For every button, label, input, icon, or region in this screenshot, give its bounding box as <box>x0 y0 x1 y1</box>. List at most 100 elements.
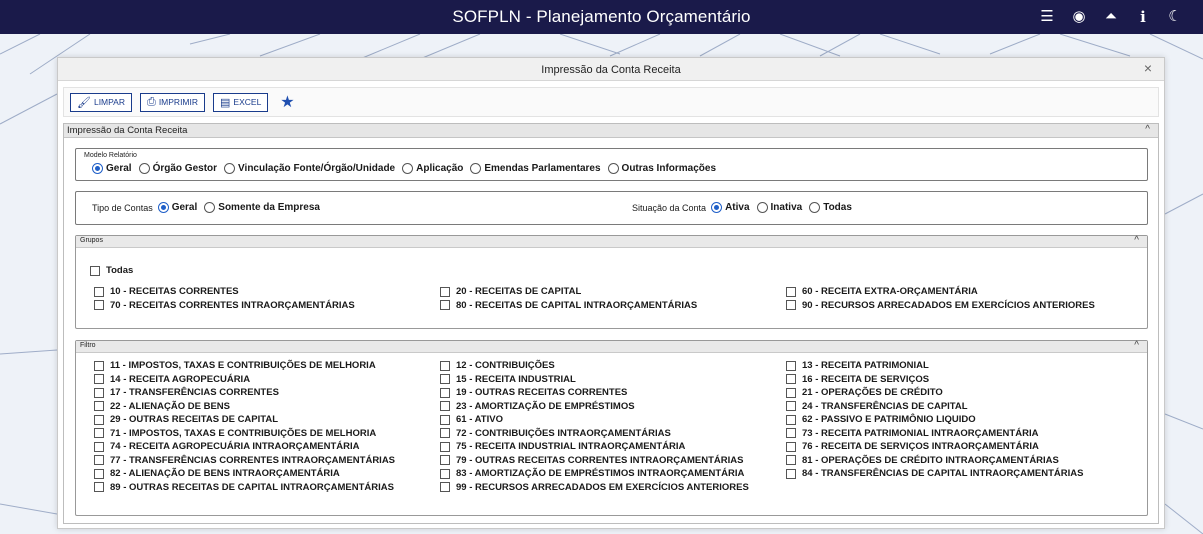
checkbox[interactable] <box>94 387 104 398</box>
filtro-header[interactable]: Filtro ^ <box>76 340 1147 353</box>
list-item[interactable]: 22 - ALIENAÇÃO DE BENS <box>94 400 395 414</box>
radio-selected[interactable] <box>92 163 103 174</box>
list-item[interactable]: 14 - RECEITA AGROPECUÁRIA <box>94 373 395 387</box>
modelo-option-outras[interactable]: Outras Informações <box>607 163 716 174</box>
checkbox[interactable] <box>786 414 796 425</box>
checkbox[interactable] <box>786 286 796 297</box>
list-item[interactable]: 90 - RECURSOS ARRECADADOS EM EXERCÍCIOS … <box>786 299 1095 313</box>
radio[interactable] <box>138 163 150 174</box>
star-icon[interactable]: ★ <box>280 92 294 112</box>
grupos-header[interactable]: Grupos ^ <box>76 235 1147 248</box>
list-item[interactable]: 62 - PASSIVO E PATRIMÔNIO LIQUIDO <box>786 413 1084 427</box>
checkbox[interactable] <box>440 441 450 452</box>
checkbox[interactable] <box>786 468 796 479</box>
radio[interactable] <box>224 163 236 174</box>
checkbox[interactable] <box>786 401 796 412</box>
checkbox[interactable] <box>786 455 796 466</box>
radio[interactable] <box>470 163 482 174</box>
list-item[interactable]: 79 - OUTRAS RECEITAS CORRENTES INTRAORÇA… <box>440 454 749 468</box>
modelo-option-emendas[interactable]: Emendas Parlamentares <box>470 163 601 174</box>
list-item[interactable]: 21 - OPERAÇÕES DE CRÉDITO <box>786 386 1084 400</box>
list-icon[interactable]: ☰ <box>1039 8 1055 26</box>
list-item[interactable]: 60 - RECEITA EXTRA-ORÇAMENTÁRIA <box>786 285 1095 299</box>
list-item[interactable]: 17 - TRANSFERÊNCIAS CORRENTES <box>94 386 395 400</box>
list-item[interactable]: 81 - OPERAÇÕES DE CRÉDITO INTRAORÇAMENTÁ… <box>786 454 1084 468</box>
checkbox[interactable] <box>440 401 450 412</box>
radio[interactable] <box>756 202 768 213</box>
tipo-option-empresa[interactable]: Somente da Empresa <box>204 202 320 213</box>
user-icon[interactable]: ⏶ <box>1103 8 1119 26</box>
checkbox[interactable] <box>440 428 450 439</box>
list-item[interactable]: 70 - RECEITAS CORRENTES INTRAORÇAMENTÁRI… <box>94 299 355 313</box>
checkbox[interactable] <box>94 428 104 439</box>
list-item[interactable]: 11 - IMPOSTOS, TAXAS E CONTRIBUIÇÕES DE … <box>94 359 395 373</box>
list-item[interactable]: 61 - ATIVO <box>440 413 749 427</box>
checkbox[interactable] <box>440 414 450 425</box>
checkbox[interactable] <box>94 286 104 297</box>
list-item[interactable]: 24 - TRANSFERÊNCIAS DE CAPITAL <box>786 400 1084 414</box>
list-item[interactable]: 99 - RECURSOS ARRECADADOS EM EXERCÍCIOS … <box>440 481 749 495</box>
checkbox[interactable] <box>440 468 450 479</box>
list-item[interactable]: 12 - CONTRIBUIÇÕES <box>440 359 749 373</box>
radio[interactable] <box>204 202 216 213</box>
list-item[interactable]: 19 - OUTRAS RECEITAS CORRENTES <box>440 386 749 400</box>
radio-selected[interactable] <box>711 202 723 213</box>
close-icon[interactable]: × <box>1144 60 1152 76</box>
limpar-button[interactable]: 🖌 LIMPAR <box>70 92 132 112</box>
checkbox[interactable] <box>94 374 104 385</box>
checkbox[interactable] <box>440 387 450 398</box>
modelo-option-vinculacao[interactable]: Vinculação Fonte/Órgão/Unidade <box>224 163 395 174</box>
list-item[interactable]: 15 - RECEITA INDUSTRIAL <box>440 373 749 387</box>
checkbox[interactable] <box>786 387 796 398</box>
checkbox[interactable] <box>94 455 104 466</box>
modelo-option-orgao-gestor[interactable]: Órgão Gestor <box>138 163 217 174</box>
grupos-todas-checkbox[interactable]: Todas <box>90 264 133 278</box>
chevron-up-icon[interactable]: ^ <box>1134 340 1139 351</box>
list-item[interactable]: 84 - TRANSFERÊNCIAS DE CAPITAL INTRAORÇA… <box>786 467 1084 481</box>
checkbox[interactable] <box>94 414 104 425</box>
checkbox[interactable] <box>94 482 104 493</box>
list-item[interactable]: 74 - RECEITA AGROPECUÁRIA INTRAORÇAMENTÁ… <box>94 440 395 454</box>
list-item[interactable]: 73 - RECEITA PATRIMONIAL INTRAORÇAMENTÁR… <box>786 427 1084 441</box>
radio[interactable] <box>607 163 619 174</box>
checkbox[interactable] <box>94 401 104 412</box>
situacao-option-inativa[interactable]: Inativa <box>756 202 802 213</box>
modelo-option-geral[interactable]: Geral <box>92 163 132 174</box>
eye-icon[interactable]: ◉ <box>1071 8 1087 26</box>
checkbox[interactable] <box>786 428 796 439</box>
checkbox[interactable] <box>440 482 450 493</box>
checkbox[interactable] <box>786 360 796 371</box>
checkbox[interactable] <box>94 441 104 452</box>
list-item[interactable]: 16 - RECEITA DE SERVIÇOS <box>786 373 1084 387</box>
main-panel-header[interactable]: Impressão da Conta Receita ^ <box>64 124 1158 138</box>
checkbox[interactable] <box>440 300 450 311</box>
checkbox[interactable] <box>94 360 104 371</box>
list-item[interactable]: 89 - OUTRAS RECEITAS DE CAPITAL INTRAORÇ… <box>94 481 395 495</box>
checkbox[interactable] <box>440 455 450 466</box>
list-item[interactable]: 10 - RECEITAS CORRENTES <box>94 285 355 299</box>
list-item[interactable]: 71 - IMPOSTOS, TAXAS E CONTRIBUIÇÕES DE … <box>94 427 395 441</box>
moon-icon[interactable]: ☾ <box>1167 8 1183 26</box>
list-item[interactable]: 29 - OUTRAS RECEITAS DE CAPITAL <box>94 413 395 427</box>
situacao-option-ativa[interactable]: Ativa <box>711 202 750 213</box>
list-item[interactable]: 83 - AMORTIZAÇÃO DE EMPRÉSTIMOS INTRAORÇ… <box>440 467 749 481</box>
list-item[interactable]: 80 - RECEITAS DE CAPITAL INTRAORÇAMENTÁR… <box>440 299 697 313</box>
list-item[interactable]: 13 - RECEITA PATRIMONIAL <box>786 359 1084 373</box>
chevron-up-icon[interactable]: ^ <box>1134 235 1139 246</box>
list-item[interactable]: 82 - ALIENAÇÃO DE BENS INTRAORÇAMENTÁRIA <box>94 467 395 481</box>
checkbox[interactable] <box>440 374 450 385</box>
checkbox[interactable] <box>786 441 796 452</box>
checkbox[interactable] <box>440 286 450 297</box>
info-icon[interactable]: i <box>1135 8 1151 26</box>
checkbox[interactable] <box>90 265 100 276</box>
list-item[interactable]: 23 - AMORTIZAÇÃO DE EMPRÉSTIMOS <box>440 400 749 414</box>
radio[interactable] <box>809 202 821 213</box>
checkbox[interactable] <box>786 300 796 311</box>
checkbox[interactable] <box>94 468 104 479</box>
list-item[interactable]: 77 - TRANSFERÊNCIAS CORRENTES INTRAORÇAM… <box>94 454 395 468</box>
checkbox[interactable] <box>786 374 796 385</box>
list-item[interactable]: 20 - RECEITAS DE CAPITAL <box>440 285 697 299</box>
excel-button[interactable]: ▤ EXCEL <box>213 92 269 112</box>
checkbox[interactable] <box>440 360 450 371</box>
situacao-option-todas[interactable]: Todas <box>809 202 852 213</box>
